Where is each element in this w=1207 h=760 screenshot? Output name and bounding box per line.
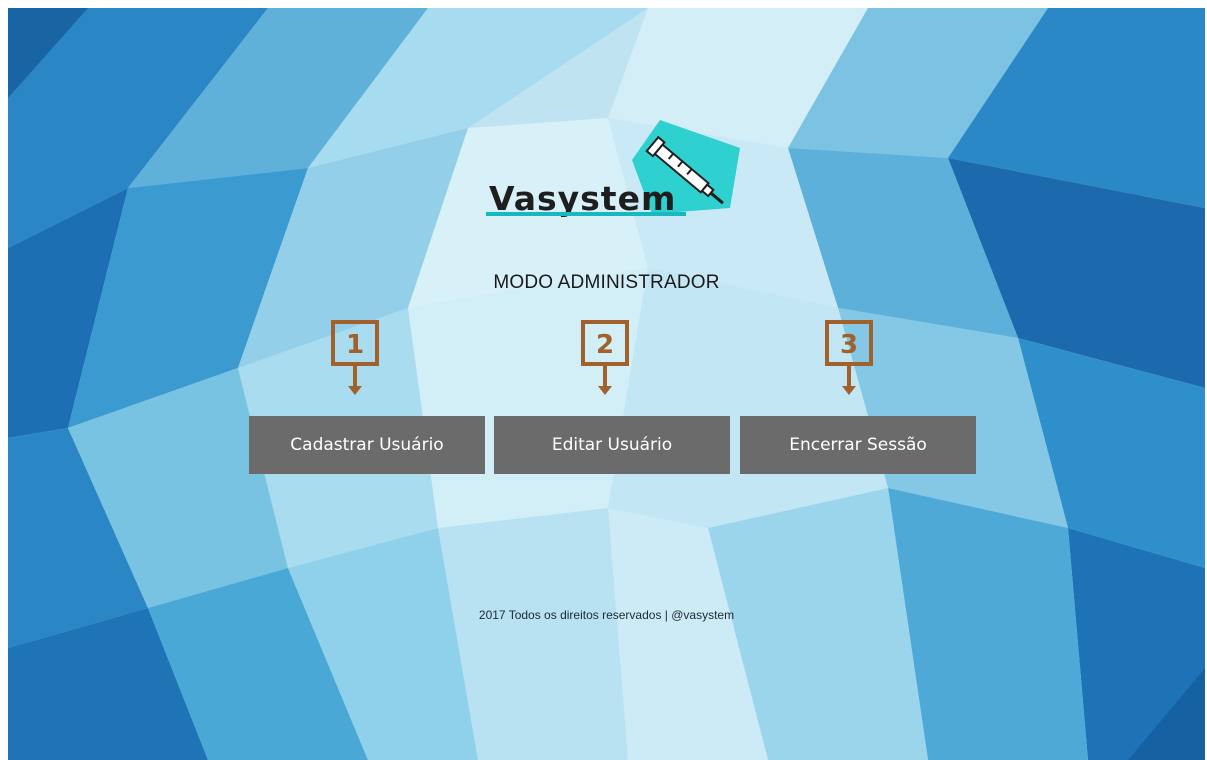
marker-3-arrow bbox=[847, 366, 851, 386]
register-user-button[interactable]: Cadastrar Usuário bbox=[249, 416, 485, 474]
marker-1-arrowhead bbox=[348, 386, 362, 395]
page-title: MODO ADMINISTRADOR bbox=[493, 272, 720, 293]
brand-underline bbox=[486, 212, 686, 216]
edit-user-button[interactable]: Editar Usuário bbox=[494, 416, 730, 474]
marker-3: 3 bbox=[825, 320, 873, 366]
app-window: Vasystem MODO ADMINISTRADOR 1 2 3 Cadast… bbox=[8, 8, 1205, 760]
marker-1: 1 bbox=[331, 320, 379, 366]
footer-copyright: 2017 Todos os direitos reservados | @vas… bbox=[478, 608, 735, 622]
end-session-button[interactable]: Encerrar Sessão bbox=[740, 416, 976, 474]
marker-3-arrowhead bbox=[842, 386, 856, 395]
marker-2-arrow bbox=[603, 366, 607, 386]
marker-2-arrowhead bbox=[598, 386, 612, 395]
marker-2: 2 bbox=[581, 320, 629, 366]
marker-1-arrow bbox=[353, 366, 357, 386]
